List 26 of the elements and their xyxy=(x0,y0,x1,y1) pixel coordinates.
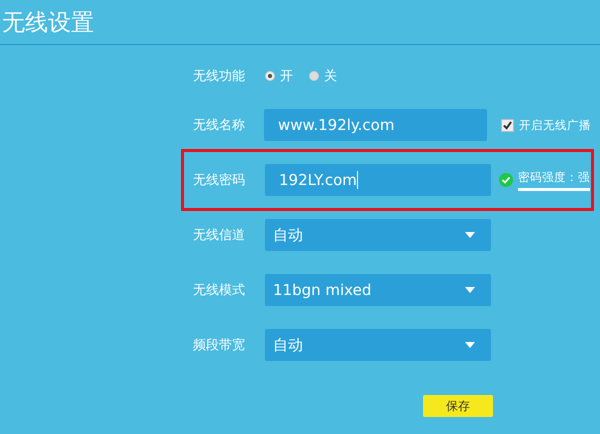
radio-button[interactable] xyxy=(265,71,275,81)
checkbox-label: 开启无线广播 xyxy=(519,118,591,132)
dropdown[interactable]: 11bgn mixed xyxy=(265,274,491,306)
radio-label: 开 xyxy=(280,68,293,85)
password-strength: 密码强度：强 xyxy=(518,170,590,190)
radio-button[interactable] xyxy=(309,71,319,81)
input-field[interactable]: www.192ly.com xyxy=(264,109,487,141)
field-label: 频段带宽 xyxy=(193,337,246,354)
field-label: 无线模式 xyxy=(193,282,246,299)
field-label: 无线功能 xyxy=(193,68,246,85)
dropdown-caret-icon xyxy=(465,232,475,238)
dropdown-caret-icon xyxy=(465,342,475,348)
dropdown-caret-icon xyxy=(465,287,475,293)
radio-option[interactable]: 开 xyxy=(265,67,293,85)
save-button[interactable]: 保存 xyxy=(423,395,493,417)
input-field[interactable]: 192LY.com xyxy=(265,164,491,196)
dropdown[interactable]: 自动 xyxy=(265,329,491,361)
checkbox[interactable] xyxy=(501,118,514,132)
field-label: 无线信道 xyxy=(193,227,246,244)
check-icon xyxy=(499,173,513,187)
page-title: 无线设置 xyxy=(2,8,94,38)
radio-option[interactable]: 关 xyxy=(309,67,337,85)
dropdown[interactable]: 自动 xyxy=(265,219,491,251)
field-label: 无线名称 xyxy=(193,117,246,134)
radio-label: 关 xyxy=(324,68,337,85)
field-label: 无线密码 xyxy=(193,172,246,189)
